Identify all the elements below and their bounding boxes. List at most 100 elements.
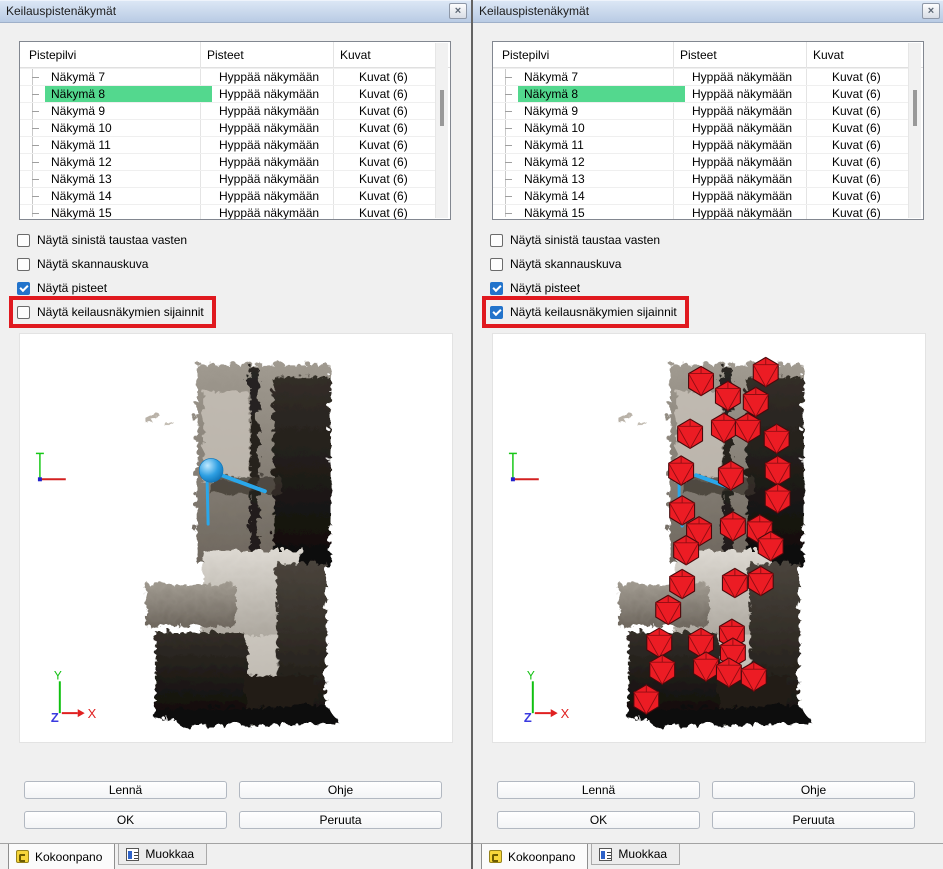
images-link[interactable]: Kuvat (6) xyxy=(825,206,909,219)
jump-to-view-link[interactable]: Hyppää näkymään xyxy=(685,104,825,118)
images-link[interactable]: Kuvat (6) xyxy=(352,206,436,219)
view-name[interactable]: Näkymä 7 xyxy=(45,69,212,85)
help-button[interactable]: Ohje xyxy=(239,781,442,799)
jump-to-view-link[interactable]: Hyppää näkymään xyxy=(685,87,825,101)
table-row[interactable]: Näkymä 15 Hyppää näkymään Kuvat (6) xyxy=(20,204,436,219)
checkbox-row[interactable]: Näytä skannauskuva xyxy=(486,252,629,276)
column-header-pisteet[interactable]: Pisteet xyxy=(673,48,806,62)
view-name[interactable]: Näkymä 14 xyxy=(518,188,685,204)
checkbox[interactable] xyxy=(490,282,503,295)
view-name[interactable]: Näkymä 15 xyxy=(45,205,212,219)
jump-to-view-link[interactable]: Hyppää näkymään xyxy=(212,206,352,219)
table-row[interactable]: Näkymä 9 Hyppää näkymään Kuvat (6) xyxy=(493,102,909,119)
scrollbar-thumb[interactable] xyxy=(913,90,917,126)
column-header-pistepilvi[interactable]: Pistepilvi xyxy=(493,48,673,62)
jump-to-view-link[interactable]: Hyppää näkymään xyxy=(685,70,825,84)
images-link[interactable]: Kuvat (6) xyxy=(825,121,909,135)
view-name[interactable]: Näkymä 12 xyxy=(518,154,685,170)
table-scrollbar[interactable] xyxy=(908,43,921,218)
table-row[interactable]: Näkymä 14 Hyppää näkymään Kuvat (6) xyxy=(20,187,436,204)
checkbox[interactable] xyxy=(17,306,30,319)
images-link[interactable]: Kuvat (6) xyxy=(825,138,909,152)
close-button[interactable]: × xyxy=(922,3,940,19)
jump-to-view-link[interactable]: Hyppää näkymään xyxy=(212,155,352,169)
checkbox-row[interactable]: Näytä pisteet xyxy=(486,276,588,300)
jump-to-view-link[interactable]: Hyppää näkymään xyxy=(685,189,825,203)
bottom-tab[interactable]: Kokoonpano xyxy=(8,844,115,869)
close-button[interactable]: × xyxy=(449,3,467,19)
images-link[interactable]: Kuvat (6) xyxy=(352,70,436,84)
table-scrollbar[interactable] xyxy=(435,43,448,218)
images-link[interactable]: Kuvat (6) xyxy=(352,104,436,118)
view-name[interactable]: Näkymä 14 xyxy=(45,188,212,204)
table-row[interactable]: Näkymä 14 Hyppää näkymään Kuvat (6) xyxy=(493,187,909,204)
jump-to-view-link[interactable]: Hyppää näkymään xyxy=(685,206,825,219)
pointcloud-viewport[interactable] xyxy=(19,333,453,743)
view-name[interactable]: Näkymä 8 xyxy=(518,86,685,102)
images-link[interactable]: Kuvat (6) xyxy=(825,104,909,118)
view-name[interactable]: Näkymä 11 xyxy=(45,137,212,153)
cancel-button[interactable]: Peruuta xyxy=(239,811,442,829)
images-link[interactable]: Kuvat (6) xyxy=(352,138,436,152)
view-name[interactable]: Näkymä 9 xyxy=(518,103,685,119)
checkbox[interactable] xyxy=(490,234,503,247)
table-row[interactable]: Näkymä 7 Hyppää näkymään Kuvat (6) xyxy=(493,68,909,85)
images-link[interactable]: Kuvat (6) xyxy=(352,189,436,203)
images-link[interactable]: Kuvat (6) xyxy=(825,155,909,169)
view-name[interactable]: Näkymä 15 xyxy=(518,205,685,219)
checkbox-row[interactable]: Näytä sinistä taustaa vasten xyxy=(13,228,195,252)
jump-to-view-link[interactable]: Hyppää näkymään xyxy=(212,189,352,203)
table-row[interactable]: Näkymä 11 Hyppää näkymään Kuvat (6) xyxy=(493,136,909,153)
table-row[interactable]: Näkymä 8 Hyppää näkymään Kuvat (6) xyxy=(20,85,436,102)
table-row[interactable]: Näkymä 13 Hyppää näkymään Kuvat (6) xyxy=(493,170,909,187)
jump-to-view-link[interactable]: Hyppää näkymään xyxy=(212,172,352,186)
images-link[interactable]: Kuvat (6) xyxy=(352,155,436,169)
fly-button[interactable]: Lennä xyxy=(24,781,227,799)
images-link[interactable]: Kuvat (6) xyxy=(825,87,909,101)
table-row[interactable]: Näkymä 9 Hyppää näkymään Kuvat (6) xyxy=(20,102,436,119)
titlebar[interactable]: Keilauspistenäkymät xyxy=(473,0,943,23)
fly-button[interactable]: Lennä xyxy=(497,781,700,799)
images-link[interactable]: Kuvat (6) xyxy=(352,172,436,186)
jump-to-view-link[interactable]: Hyppää näkymään xyxy=(212,70,352,84)
view-name[interactable]: Näkymä 7 xyxy=(518,69,685,85)
checkbox[interactable] xyxy=(17,234,30,247)
view-name[interactable]: Näkymä 12 xyxy=(45,154,212,170)
jump-to-view-link[interactable]: Hyppää näkymään xyxy=(685,138,825,152)
jump-to-view-link[interactable]: Hyppää näkymään xyxy=(685,121,825,135)
view-name[interactable]: Näkymä 8 xyxy=(45,86,212,102)
jump-to-view-link[interactable]: Hyppää näkymään xyxy=(212,138,352,152)
checkbox[interactable] xyxy=(17,282,30,295)
titlebar[interactable]: Keilauspistenäkymät xyxy=(0,0,471,23)
scrollbar-thumb[interactable] xyxy=(440,90,444,126)
bottom-tab[interactable]: Muokkaa xyxy=(591,844,680,865)
help-button[interactable]: Ohje xyxy=(712,781,915,799)
checkbox[interactable] xyxy=(490,306,503,319)
jump-to-view-link[interactable]: Hyppää näkymään xyxy=(212,121,352,135)
table-row[interactable]: Näkymä 12 Hyppää näkymään Kuvat (6) xyxy=(493,153,909,170)
table-row[interactable]: Näkymä 11 Hyppää näkymään Kuvat (6) xyxy=(20,136,436,153)
ok-button[interactable]: OK xyxy=(497,811,700,829)
table-row[interactable]: Näkymä 10 Hyppää näkymään Kuvat (6) xyxy=(20,119,436,136)
checkbox-row[interactable]: Näytä sinistä taustaa vasten xyxy=(486,228,668,252)
checkbox[interactable] xyxy=(490,258,503,271)
checkbox-row[interactable]: Näytä keilausnäkymien sijainnit xyxy=(13,300,212,324)
jump-to-view-link[interactable]: Hyppää näkymään xyxy=(212,87,352,101)
view-name[interactable]: Näkymä 9 xyxy=(45,103,212,119)
ok-button[interactable]: OK xyxy=(24,811,227,829)
jump-to-view-link[interactable]: Hyppää näkymään xyxy=(685,155,825,169)
pointcloud-viewport[interactable] xyxy=(492,333,926,743)
table-row[interactable]: Näkymä 8 Hyppää näkymään Kuvat (6) xyxy=(493,85,909,102)
checkbox-row[interactable]: Näytä skannauskuva xyxy=(13,252,156,276)
view-name[interactable]: Näkymä 10 xyxy=(518,120,685,136)
column-header-kuvat[interactable]: Kuvat xyxy=(806,48,923,62)
table-row[interactable]: Näkymä 10 Hyppää näkymään Kuvat (6) xyxy=(493,119,909,136)
jump-to-view-link[interactable]: Hyppää näkymään xyxy=(685,172,825,186)
table-row[interactable]: Näkymä 7 Hyppää näkymään Kuvat (6) xyxy=(20,68,436,85)
table-row[interactable]: Näkymä 13 Hyppää näkymään Kuvat (6) xyxy=(20,170,436,187)
checkbox-row[interactable]: Näytä pisteet xyxy=(13,276,115,300)
images-link[interactable]: Kuvat (6) xyxy=(825,70,909,84)
view-name[interactable]: Näkymä 10 xyxy=(45,120,212,136)
checkbox-row[interactable]: Näytä keilausnäkymien sijainnit xyxy=(486,300,685,324)
table-row[interactable]: Näkymä 12 Hyppää näkymään Kuvat (6) xyxy=(20,153,436,170)
